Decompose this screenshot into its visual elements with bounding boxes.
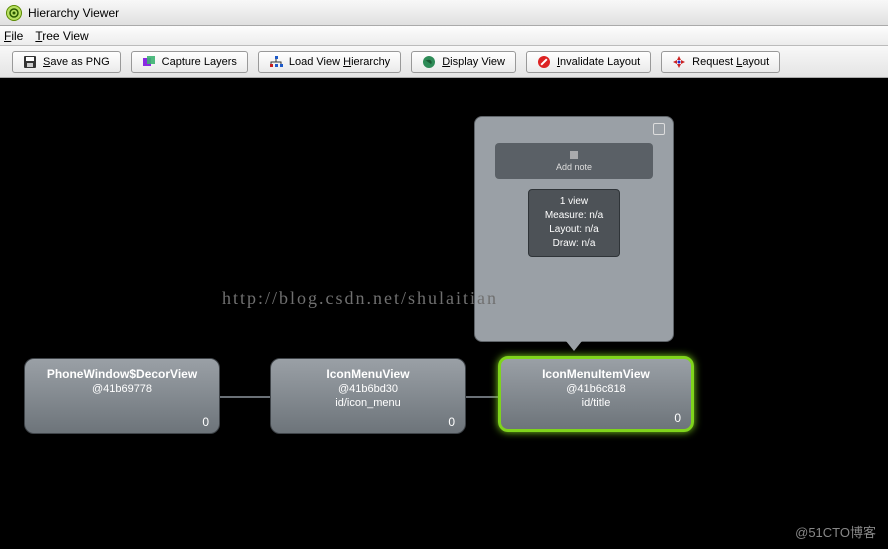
- node-id: id/icon_menu: [271, 397, 465, 409]
- globe-icon: [422, 55, 436, 69]
- load-view-hierarchy-button[interactable]: Load View Hierarchy: [258, 51, 401, 73]
- popup-tail: [566, 341, 582, 351]
- connector-line: [466, 396, 498, 398]
- capture-layers-button[interactable]: Capture Layers: [131, 51, 248, 73]
- hierarchy-node[interactable]: PhoneWindow$DecorView @41b69778 0: [24, 358, 220, 434]
- node-address: @41b6bd30: [271, 383, 465, 395]
- node-classname: PhoneWindow$DecorView: [25, 367, 219, 381]
- menu-tree-view[interactable]: Tree View: [35, 29, 88, 43]
- node-child-count: 0: [448, 415, 455, 429]
- save-icon: [23, 55, 37, 69]
- titlebar: Hierarchy Viewer: [0, 0, 888, 26]
- note-icon: [569, 150, 579, 160]
- node-child-count: 0: [202, 415, 209, 429]
- popup-preview: Add note: [495, 143, 653, 179]
- node-address: @41b69778: [25, 383, 219, 395]
- hierarchy-icon: [269, 55, 283, 69]
- invalidate-icon: [537, 55, 551, 69]
- stat-measure: Measure: n/a: [529, 209, 619, 223]
- window-title: Hierarchy Viewer: [28, 6, 119, 20]
- stat-layout: Layout: n/a: [529, 223, 619, 237]
- stat-draw: Draw: n/a: [529, 237, 619, 251]
- app-icon: [6, 5, 22, 21]
- save-as-png-button[interactable]: Save as PNG: [12, 51, 121, 73]
- node-classname: IconMenuView: [271, 367, 465, 381]
- popup-close-icon[interactable]: [653, 123, 665, 135]
- corner-attribution: @51CTO博客: [795, 522, 876, 541]
- popup-stats: 1 view Measure: n/a Layout: n/a Draw: n/…: [528, 189, 620, 257]
- request-layout-button[interactable]: Request Layout: [661, 51, 780, 73]
- node-classname: IconMenuItemView: [501, 367, 691, 381]
- hierarchy-node-selected[interactable]: IconMenuItemView @41b6c818 id/title 0: [498, 356, 694, 432]
- connector-line: [220, 396, 272, 398]
- node-id: id/title: [501, 397, 691, 409]
- menubar: File Tree View: [0, 26, 888, 46]
- node-detail-popup: Add note 1 view Measure: n/a Layout: n/a…: [474, 116, 674, 342]
- hierarchy-canvas[interactable]: PhoneWindow$DecorView @41b69778 0 IconMe…: [0, 78, 888, 549]
- layers-icon: [142, 55, 156, 69]
- watermark-text: http://blog.csdn.net/shulaitian: [222, 288, 498, 309]
- display-view-button[interactable]: Display View: [411, 51, 516, 73]
- node-child-count: 0: [674, 411, 681, 425]
- node-address: @41b6c818: [501, 383, 691, 395]
- menu-file[interactable]: File: [4, 29, 23, 43]
- request-icon: [672, 55, 686, 69]
- hierarchy-node[interactable]: IconMenuView @41b6bd30 id/icon_menu 0: [270, 358, 466, 434]
- invalidate-layout-button[interactable]: Invalidate Layout: [526, 51, 651, 73]
- preview-label: Add note: [556, 162, 592, 172]
- toolbar: Save as PNG Capture Layers Load View Hie…: [0, 46, 888, 78]
- stat-views: 1 view: [529, 195, 619, 209]
